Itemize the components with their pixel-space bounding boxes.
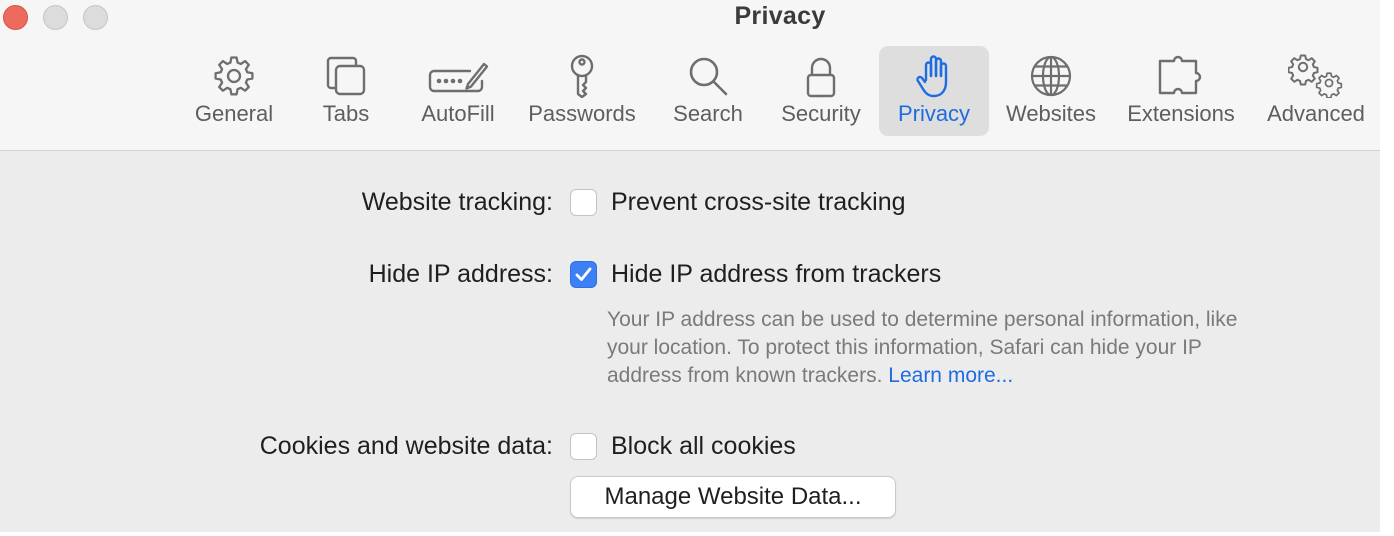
tab-search[interactable]: Search bbox=[660, 46, 756, 136]
prevent-cross-site-tracking-text[interactable]: Prevent cross-site tracking bbox=[611, 188, 906, 217]
block-all-cookies-checkbox[interactable] bbox=[570, 433, 597, 460]
preferences-toolbar: Privacy General Tabs AutoFill Passwords … bbox=[0, 0, 1380, 151]
puzzle-icon bbox=[1158, 55, 1202, 95]
tab-advanced[interactable]: Advanced bbox=[1267, 46, 1365, 136]
tab-extensions[interactable]: Extensions bbox=[1127, 46, 1235, 136]
hand-icon bbox=[916, 55, 948, 98]
tab-label: Websites bbox=[1005, 101, 1097, 126]
block-all-cookies-text[interactable]: Block all cookies bbox=[611, 432, 796, 461]
tab-tabs[interactable]: Tabs bbox=[298, 46, 394, 136]
tab-label: Extensions bbox=[1127, 101, 1235, 126]
description-line: your location. To protect this informati… bbox=[607, 336, 1202, 359]
tab-security[interactable]: Security bbox=[773, 46, 869, 136]
manage-website-data-button[interactable]: Manage Website Data... bbox=[570, 476, 896, 518]
hide-ip-description: Your IP address can be used to determine… bbox=[607, 306, 1347, 390]
description-line: address from known trackers. bbox=[607, 364, 883, 387]
learn-more-link[interactable]: Learn more... bbox=[888, 364, 1013, 387]
hide-ip-address-label: Hide IP address: bbox=[368, 260, 553, 288]
tab-general[interactable]: General bbox=[186, 46, 282, 136]
tab-label: AutoFill bbox=[421, 101, 495, 126]
tab-label: Advanced bbox=[1267, 101, 1365, 126]
window-title: Privacy bbox=[734, 2, 826, 30]
privacy-preferences-window: Privacy General Tabs AutoFill Passwords … bbox=[0, 0, 1380, 532]
description-line: Your IP address can be used to determine… bbox=[607, 308, 1238, 331]
globe-icon bbox=[1030, 55, 1072, 97]
tab-websites[interactable]: Websites bbox=[1003, 46, 1099, 136]
hide-ip-address-text[interactable]: Hide IP address from trackers bbox=[611, 260, 941, 289]
description-line-last: address from known trackers. Learn more.… bbox=[607, 362, 1347, 390]
hide-ip-address-checkbox[interactable] bbox=[570, 261, 597, 288]
autofill-icon bbox=[428, 62, 489, 93]
website-tracking-label: Website tracking: bbox=[361, 188, 553, 216]
checkmark-icon bbox=[575, 267, 592, 281]
tabs-icon bbox=[326, 56, 366, 96]
prevent-cross-site-tracking-checkbox[interactable] bbox=[570, 189, 597, 216]
tab-autofill[interactable]: AutoFill bbox=[410, 46, 506, 136]
tab-label: Passwords bbox=[528, 101, 636, 126]
lock-icon bbox=[806, 57, 836, 98]
tab-passwords[interactable]: Passwords bbox=[528, 46, 636, 136]
gears-icon bbox=[1288, 54, 1343, 98]
tab-privacy[interactable]: Privacy bbox=[879, 46, 989, 136]
cookies-label: Cookies and website data: bbox=[259, 432, 553, 460]
key-icon bbox=[570, 54, 594, 98]
gear-icon bbox=[214, 56, 254, 96]
search-icon bbox=[689, 57, 728, 96]
